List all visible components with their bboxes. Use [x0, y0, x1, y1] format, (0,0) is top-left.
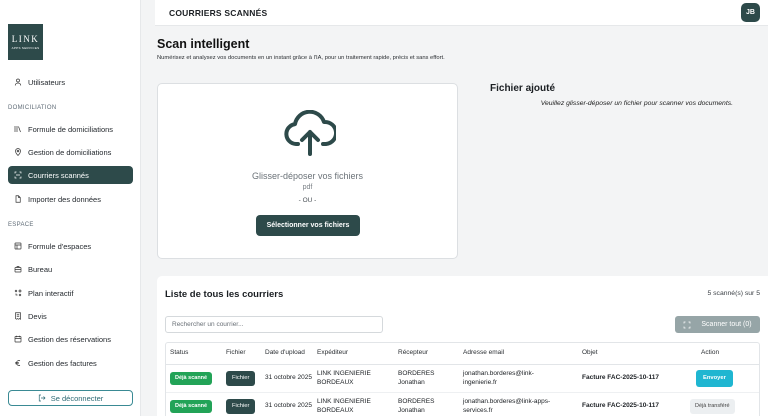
- table-row: Déjà scanné Fichier 31 octobre 2025 LINK…: [166, 393, 759, 416]
- sidebar-item-label: Utilisateurs: [28, 77, 66, 87]
- sidebar-item-label: Formule d'espaces: [28, 241, 92, 251]
- column-header: Action: [701, 349, 720, 357]
- logo-text: LINK: [11, 34, 40, 44]
- euro-icon: [15, 360, 21, 366]
- dropzone-title: Glisser-déposer vos fichiers: [251, 171, 364, 181]
- receiver: BORDERES Jonathan: [398, 398, 435, 414]
- scan-icon: [684, 321, 691, 328]
- status-badge: Déjà scanné: [170, 372, 213, 385]
- logout-button[interactable]: Se déconnecter: [8, 390, 133, 406]
- sidebar-item-label: Plan interactif: [28, 288, 74, 298]
- sidebar-item-label: Gestion de domiciliations: [28, 147, 112, 157]
- email: jonathan.borderes@link-apps-services.fr: [463, 398, 551, 414]
- column-header: Date d'upload: [265, 349, 305, 357]
- calendar-icon: [14, 335, 22, 343]
- mail-list-panel: Liste de tous les courriers 5 scanné(s) …: [157, 276, 768, 416]
- sidebar-item-bureau[interactable]: Bureau: [8, 260, 133, 278]
- briefcase-icon: [14, 266, 22, 273]
- logo-subtext: APPS SERVICES: [11, 46, 40, 50]
- upload-date: 31 octobre 2025: [265, 402, 312, 410]
- select-files-button[interactable]: Sélectionner vos fichiers: [256, 215, 360, 236]
- sidebar-item-formule-espaces[interactable]: Formule d'espaces: [8, 237, 133, 255]
- column-header: Récepteur: [398, 349, 428, 357]
- dropzone-extension: pdf: [302, 184, 313, 191]
- list-title: Liste de tous les courriers: [165, 289, 284, 300]
- plan-icon: [14, 289, 22, 297]
- map-pin-icon: [15, 148, 21, 156]
- page-subtitle: Numérisez et analysez vos documents en u…: [157, 55, 445, 61]
- sidebar-item-label: Gestion des réservations: [28, 334, 111, 344]
- file-dropzone[interactable]: Glisser-déposer vos fichiers pdf - OU - …: [157, 83, 458, 259]
- sidebar-item-devis[interactable]: Devis: [8, 307, 133, 325]
- sender: LINK INGENIERIE BORDEAUX: [317, 370, 371, 386]
- sender: LINK INGENIERIE BORDEAUX: [317, 398, 371, 414]
- sidebar-item-label: Courriers scannés: [28, 170, 89, 180]
- table-header: Status Fichier Date d'upload Expéditeur …: [166, 343, 759, 365]
- sidebar-item-plan-interactif[interactable]: Plan interactif: [8, 284, 133, 302]
- top-bar: COURRIERS SCANNÉS: [155, 0, 768, 26]
- column-header: Fichier: [226, 349, 246, 357]
- library-icon: [14, 126, 21, 133]
- added-file-title: Fichier ajouté: [490, 83, 556, 94]
- layout-icon: [14, 242, 22, 250]
- email: jonathan.borderes@link-ingenierie.fr: [463, 370, 534, 386]
- sidebar-item-label: Bureau: [28, 264, 53, 274]
- sidebar-item-courriers-scannes[interactable]: Courriers scannés: [8, 166, 133, 184]
- sidebar-item-label: Gestion des factures: [28, 358, 97, 368]
- column-header: Objet: [582, 349, 598, 357]
- mail-table: Status Fichier Date d'upload Expéditeur …: [165, 342, 760, 416]
- sidebar-item-gestion-factures[interactable]: Gestion des factures: [8, 354, 133, 372]
- upload-date: 31 octobre 2025: [265, 374, 312, 382]
- company-logo[interactable]: LINK APPS SERVICES: [8, 24, 43, 60]
- object: Facture FAC-2025-10-117: [582, 374, 659, 382]
- sidebar-item-label: Importer des données: [28, 194, 101, 204]
- added-file-note: Veuillez glisser-déposer un fichier pour…: [540, 100, 733, 107]
- section-label-espace: ESPACE: [8, 222, 34, 228]
- scan-all-button[interactable]: Scanner tout (0): [675, 316, 760, 333]
- file-icon: [15, 195, 21, 203]
- status-badge: Déjà scanné: [170, 400, 213, 413]
- receipt-icon: [15, 312, 21, 320]
- sidebar-item-utilisateurs[interactable]: Utilisateurs: [8, 73, 133, 91]
- sidebar: LINK APPS SERVICES Utilisateurs DOMICILI…: [0, 0, 141, 416]
- search-input[interactable]: [165, 316, 383, 333]
- sidebar-item-formule-domiciliations[interactable]: Formule de domiciliations: [8, 120, 133, 138]
- scan-icon: [14, 171, 22, 179]
- column-header: Adresse email: [463, 349, 505, 357]
- column-header: Expéditeur: [317, 349, 349, 357]
- object: Facture FAC-2025-10-117: [582, 402, 659, 410]
- sidebar-item-label: Devis: [28, 311, 47, 321]
- cloud-upload-icon: [284, 110, 336, 156]
- sidebar-item-importer-donnees[interactable]: Importer des données: [8, 190, 133, 208]
- page-header-title: COURRIERS SCANNÉS: [169, 8, 268, 18]
- user-avatar[interactable]: JB: [741, 3, 760, 22]
- table-row: Déjà scanné Fichier 31 octobre 2025 LINK…: [166, 365, 759, 393]
- logout-icon: [38, 394, 46, 402]
- scan-count: 5 scanné(s) sur 5: [707, 290, 760, 297]
- transferred-badge: Déjà transféré: [690, 399, 735, 414]
- page-title: Scan intelligent: [157, 37, 250, 51]
- logout-label: Se déconnecter: [50, 393, 104, 403]
- sidebar-item-gestion-reservations[interactable]: Gestion des réservations: [8, 330, 133, 348]
- dropzone-or: - OU -: [298, 197, 317, 204]
- send-button[interactable]: Envoyer: [696, 370, 733, 387]
- sidebar-item-label: Formule de domiciliations: [28, 124, 114, 134]
- scan-all-label: Scanner tout (0): [701, 321, 752, 328]
- user-icon: [14, 78, 22, 86]
- column-header: Status: [170, 349, 189, 357]
- section-label-domiciliation: DOMICILIATION: [8, 105, 57, 111]
- receiver: BORDERES Jonathan: [398, 370, 435, 386]
- sidebar-item-gestion-domiciliations[interactable]: Gestion de domiciliations: [8, 143, 133, 161]
- file-button[interactable]: Fichier: [226, 371, 256, 386]
- file-button[interactable]: Fichier: [226, 399, 256, 414]
